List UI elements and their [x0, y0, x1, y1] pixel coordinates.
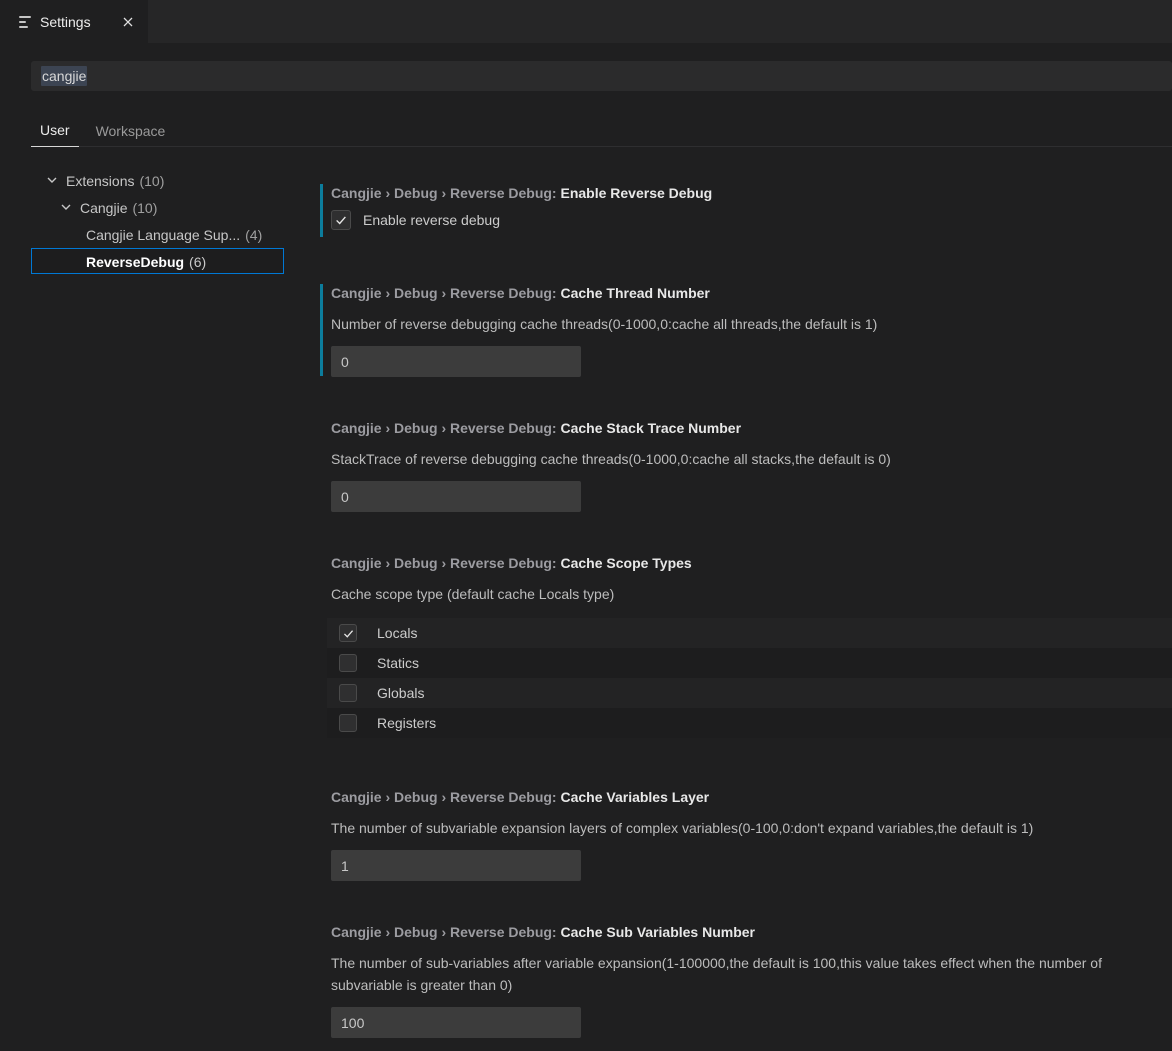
setting-title: Cangjie › Debug › Reverse Debug: Cache S… — [331, 553, 1172, 573]
toc-item-extensions[interactable]: Extensions (10) — [0, 167, 300, 194]
modified-indicator — [320, 284, 323, 376]
setting-description: Cache scope type (default cache Locals t… — [331, 583, 1172, 605]
option-row-locals[interactable]: Locals — [327, 618, 1172, 648]
checkbox-checked-icon[interactable] — [339, 624, 357, 642]
setting-cache-sub-variables-number: Cangjie › Debug › Reverse Debug: Cache S… — [331, 922, 1172, 1038]
setting-title: Cangjie › Debug › Reverse Debug: Cache S… — [331, 922, 1172, 942]
scope-type-list: Locals Statics Globals Registers — [327, 618, 1172, 738]
toc-item-count: (6) — [189, 254, 206, 270]
option-label: Registers — [377, 715, 436, 731]
tab-user[interactable]: User — [31, 114, 79, 147]
editor-tab-strip: Settings — [0, 0, 1172, 43]
setting-title: Cangjie › Debug › Reverse Debug: Cache S… — [331, 418, 1172, 438]
checkbox-unchecked-icon[interactable] — [339, 684, 357, 702]
settings-tune-icon — [19, 16, 31, 28]
setting-category: Cangjie › Debug › Reverse Debug: — [331, 924, 560, 940]
number-input[interactable]: 1 — [331, 850, 581, 881]
setting-category: Cangjie › Debug › Reverse Debug: — [331, 555, 560, 571]
setting-name: Cache Thread Number — [560, 285, 709, 301]
option-row-registers[interactable]: Registers — [327, 708, 1172, 738]
option-row-globals[interactable]: Globals — [327, 678, 1172, 708]
setting-description: The number of sub-variables after variab… — [331, 952, 1172, 996]
setting-description: StackTrace of reverse debugging cache th… — [331, 448, 1172, 470]
setting-cache-thread-number: Cangjie › Debug › Reverse Debug: Cache T… — [331, 283, 1172, 377]
setting-category: Cangjie › Debug › Reverse Debug: — [331, 789, 560, 805]
setting-description-line2: subvariable is greater than 0) — [331, 974, 1172, 996]
setting-title: Cangjie › Debug › Reverse Debug: Cache T… — [331, 283, 1172, 303]
setting-description: The number of subvariable expansion laye… — [331, 817, 1172, 839]
checkbox-unchecked-icon[interactable] — [339, 714, 357, 732]
settings-search-input[interactable]: cangjie — [31, 61, 1172, 91]
number-input[interactable]: 0 — [331, 481, 581, 512]
option-label: Statics — [377, 655, 419, 671]
toc-item-count: (10) — [139, 173, 164, 189]
setting-name: Cache Scope Types — [560, 555, 691, 571]
close-icon[interactable] — [118, 12, 138, 32]
setting-category: Cangjie › Debug › Reverse Debug: — [331, 185, 560, 201]
option-label: Globals — [377, 685, 424, 701]
setting-name: Cache Sub Variables Number — [560, 924, 755, 940]
search-query-text: cangjie — [41, 66, 87, 86]
number-input[interactable]: 100 — [331, 1007, 581, 1038]
tab-workspace[interactable]: Workspace — [87, 114, 175, 147]
setting-category: Cangjie › Debug › Reverse Debug: — [331, 285, 560, 301]
setting-cache-variables-layer: Cangjie › Debug › Reverse Debug: Cache V… — [331, 787, 1172, 881]
toc-item-label: ReverseDebug — [86, 254, 184, 270]
toc-item-label: Cangjie Language Sup... — [86, 227, 240, 243]
chevron-down-icon[interactable] — [44, 172, 60, 188]
toc-item-cangjie[interactable]: Cangjie (10) — [0, 194, 300, 221]
setting-name: Cache Stack Trace Number — [560, 420, 741, 436]
setting-description-line1: The number of sub-variables after variab… — [331, 952, 1172, 974]
setting-enable-reverse-debug: Cangjie › Debug › Reverse Debug: Enable … — [331, 183, 1172, 230]
setting-title: Cangjie › Debug › Reverse Debug: Enable … — [331, 183, 1172, 203]
chevron-down-icon[interactable] — [58, 199, 74, 215]
toc-item-label: Extensions — [66, 173, 134, 189]
toc-item-count: (4) — [245, 227, 262, 243]
checkbox-label: Enable reverse debug — [363, 212, 500, 228]
setting-cache-stack-trace-number: Cangjie › Debug › Reverse Debug: Cache S… — [331, 418, 1172, 512]
setting-title: Cangjie › Debug › Reverse Debug: Cache V… — [331, 787, 1172, 807]
toc-item-count: (10) — [132, 200, 157, 216]
setting-name: Enable Reverse Debug — [560, 185, 712, 201]
option-row-statics[interactable]: Statics — [327, 648, 1172, 678]
settings-toc-tree: Extensions (10) Cangjie (10) Cangjie Lan… — [0, 167, 300, 275]
setting-checkbox-row[interactable]: Enable reverse debug — [331, 210, 1172, 230]
checkbox-unchecked-icon[interactable] — [339, 654, 357, 672]
setting-cache-scope-types: Cangjie › Debug › Reverse Debug: Cache S… — [331, 553, 1172, 738]
checkbox-checked-icon[interactable] — [331, 210, 351, 230]
settings-editor-tab[interactable]: Settings — [0, 0, 148, 43]
tab-title: Settings — [40, 14, 109, 30]
setting-description: Number of reverse debugging cache thread… — [331, 313, 1172, 335]
modified-indicator — [320, 184, 323, 237]
toc-item-reversedebug[interactable]: ReverseDebug (6) — [0, 248, 300, 275]
toc-item-label: Cangjie — [80, 200, 127, 216]
number-input[interactable]: 0 — [331, 346, 581, 377]
option-label: Locals — [377, 625, 417, 641]
setting-name: Cache Variables Layer — [560, 789, 709, 805]
toc-item-cangjie-language-support[interactable]: Cangjie Language Sup... (4) — [0, 221, 300, 248]
setting-category: Cangjie › Debug › Reverse Debug: — [331, 420, 560, 436]
settings-scope-tabs: User Workspace — [31, 114, 1172, 147]
